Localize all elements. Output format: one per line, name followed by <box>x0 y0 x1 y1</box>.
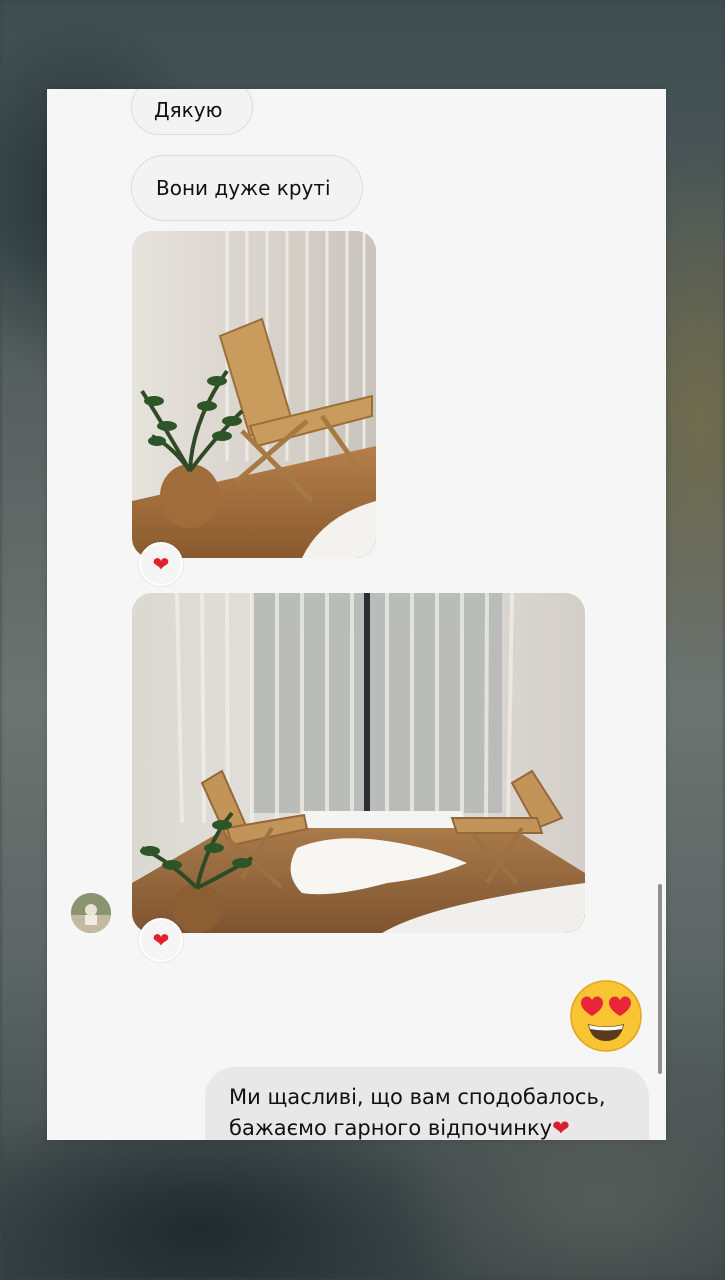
chat-screenshot: Дякую Вони дуже круті ❤ ❤ Ми щасливі, що… <box>47 89 666 1140</box>
heart-icon: ❤ <box>552 1116 570 1140</box>
outgoing-message-bubble[interactable]: Ми щасливі, що вам сподобалось, бажаємо … <box>205 1067 649 1140</box>
heart-eyes-emoji-icon[interactable] <box>569 979 643 1053</box>
message-text: Дякую <box>154 98 223 122</box>
avatar[interactable] <box>71 893 111 933</box>
incoming-message-bubble[interactable]: Дякую <box>131 89 253 135</box>
message-text: Вони дуже круті <box>156 176 331 200</box>
photo-image <box>132 593 585 933</box>
photo-chair-corner[interactable] <box>132 231 376 558</box>
message-text-line-2: бажаємо гарного відпочинку❤ <box>229 1116 570 1140</box>
emoji-image <box>570 980 642 1052</box>
reaction-heart-icon[interactable]: ❤ <box>139 918 183 962</box>
message-text-line-1: Ми щасливі, що вам сподобалось, <box>229 1085 606 1109</box>
photo-room-two-chairs[interactable] <box>132 593 585 933</box>
scrollbar[interactable] <box>658 884 662 1074</box>
incoming-message-bubble[interactable]: Вони дуже круті <box>131 155 363 221</box>
reaction-heart-icon[interactable]: ❤ <box>139 542 183 586</box>
avatar-image <box>71 893 111 933</box>
photo-image <box>132 231 376 558</box>
